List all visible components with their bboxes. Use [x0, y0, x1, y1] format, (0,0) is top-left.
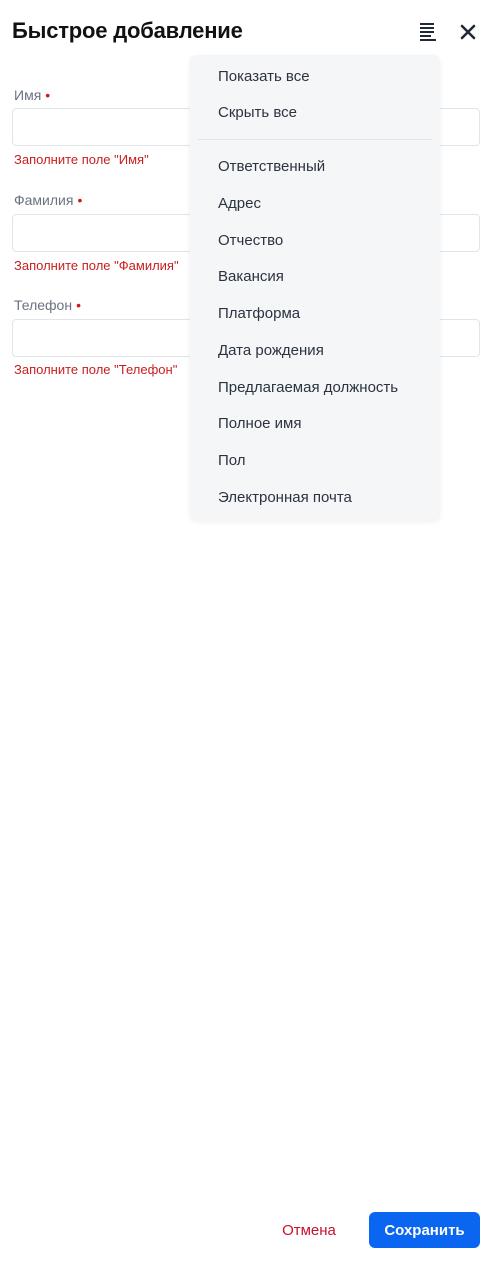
show-all-menu-item[interactable]: Показать все — [218, 68, 310, 85]
close-icon[interactable] — [456, 20, 480, 44]
required-mark: • — [76, 297, 81, 313]
phone-label-text: Телефон — [14, 297, 73, 313]
fields-list-icon[interactable] — [416, 20, 440, 44]
menu-item-gender[interactable]: Пол — [218, 452, 246, 469]
required-mark: • — [77, 192, 83, 208]
menu-divider — [198, 139, 432, 140]
last-name-label: Фамилия • — [14, 192, 82, 208]
first-name-error: Заполните поле "Имя" — [14, 152, 149, 167]
menu-item-vacancy[interactable]: Вакансия — [218, 268, 284, 285]
cancel-button[interactable]: Отмена — [272, 1212, 346, 1248]
hide-all-menu-item[interactable]: Скрыть все — [218, 104, 297, 121]
menu-item-address[interactable]: Адрес — [218, 195, 261, 212]
last-name-label-text: Фамилия — [14, 192, 74, 208]
menu-item-responsible[interactable]: Ответственный — [218, 158, 325, 175]
required-mark: • — [45, 87, 51, 103]
fields-menu: Показать все Скрыть все Ответственный Ад… — [190, 55, 440, 520]
last-name-error: Заполните поле "Фамилия" — [14, 258, 179, 273]
close-icon-glyph — [460, 24, 476, 40]
fields-list-icon-glyph — [420, 23, 436, 41]
phone-label: Телефон • — [14, 297, 81, 313]
menu-item-proposed-position[interactable]: Предлагаемая должность — [218, 379, 398, 396]
menu-item-birth-date[interactable]: Дата рождения — [218, 342, 324, 359]
first-name-label: Имя • — [14, 87, 50, 103]
phone-error: Заполните поле "Телефон" — [14, 362, 178, 377]
first-name-label-text: Имя — [14, 87, 42, 103]
menu-item-email[interactable]: Электронная почта — [218, 489, 352, 506]
menu-item-full-name[interactable]: Полное имя — [218, 415, 302, 432]
save-button[interactable]: Сохранить — [369, 1212, 480, 1248]
quick-add-panel: Быстрое добавление Имя • Заполните поле "… — [0, 0, 496, 1264]
menu-item-patronymic[interactable]: Отчество — [218, 232, 283, 249]
menu-item-platform[interactable]: Платформа — [218, 305, 300, 322]
panel-title: Быстрое добавление — [12, 18, 243, 43]
